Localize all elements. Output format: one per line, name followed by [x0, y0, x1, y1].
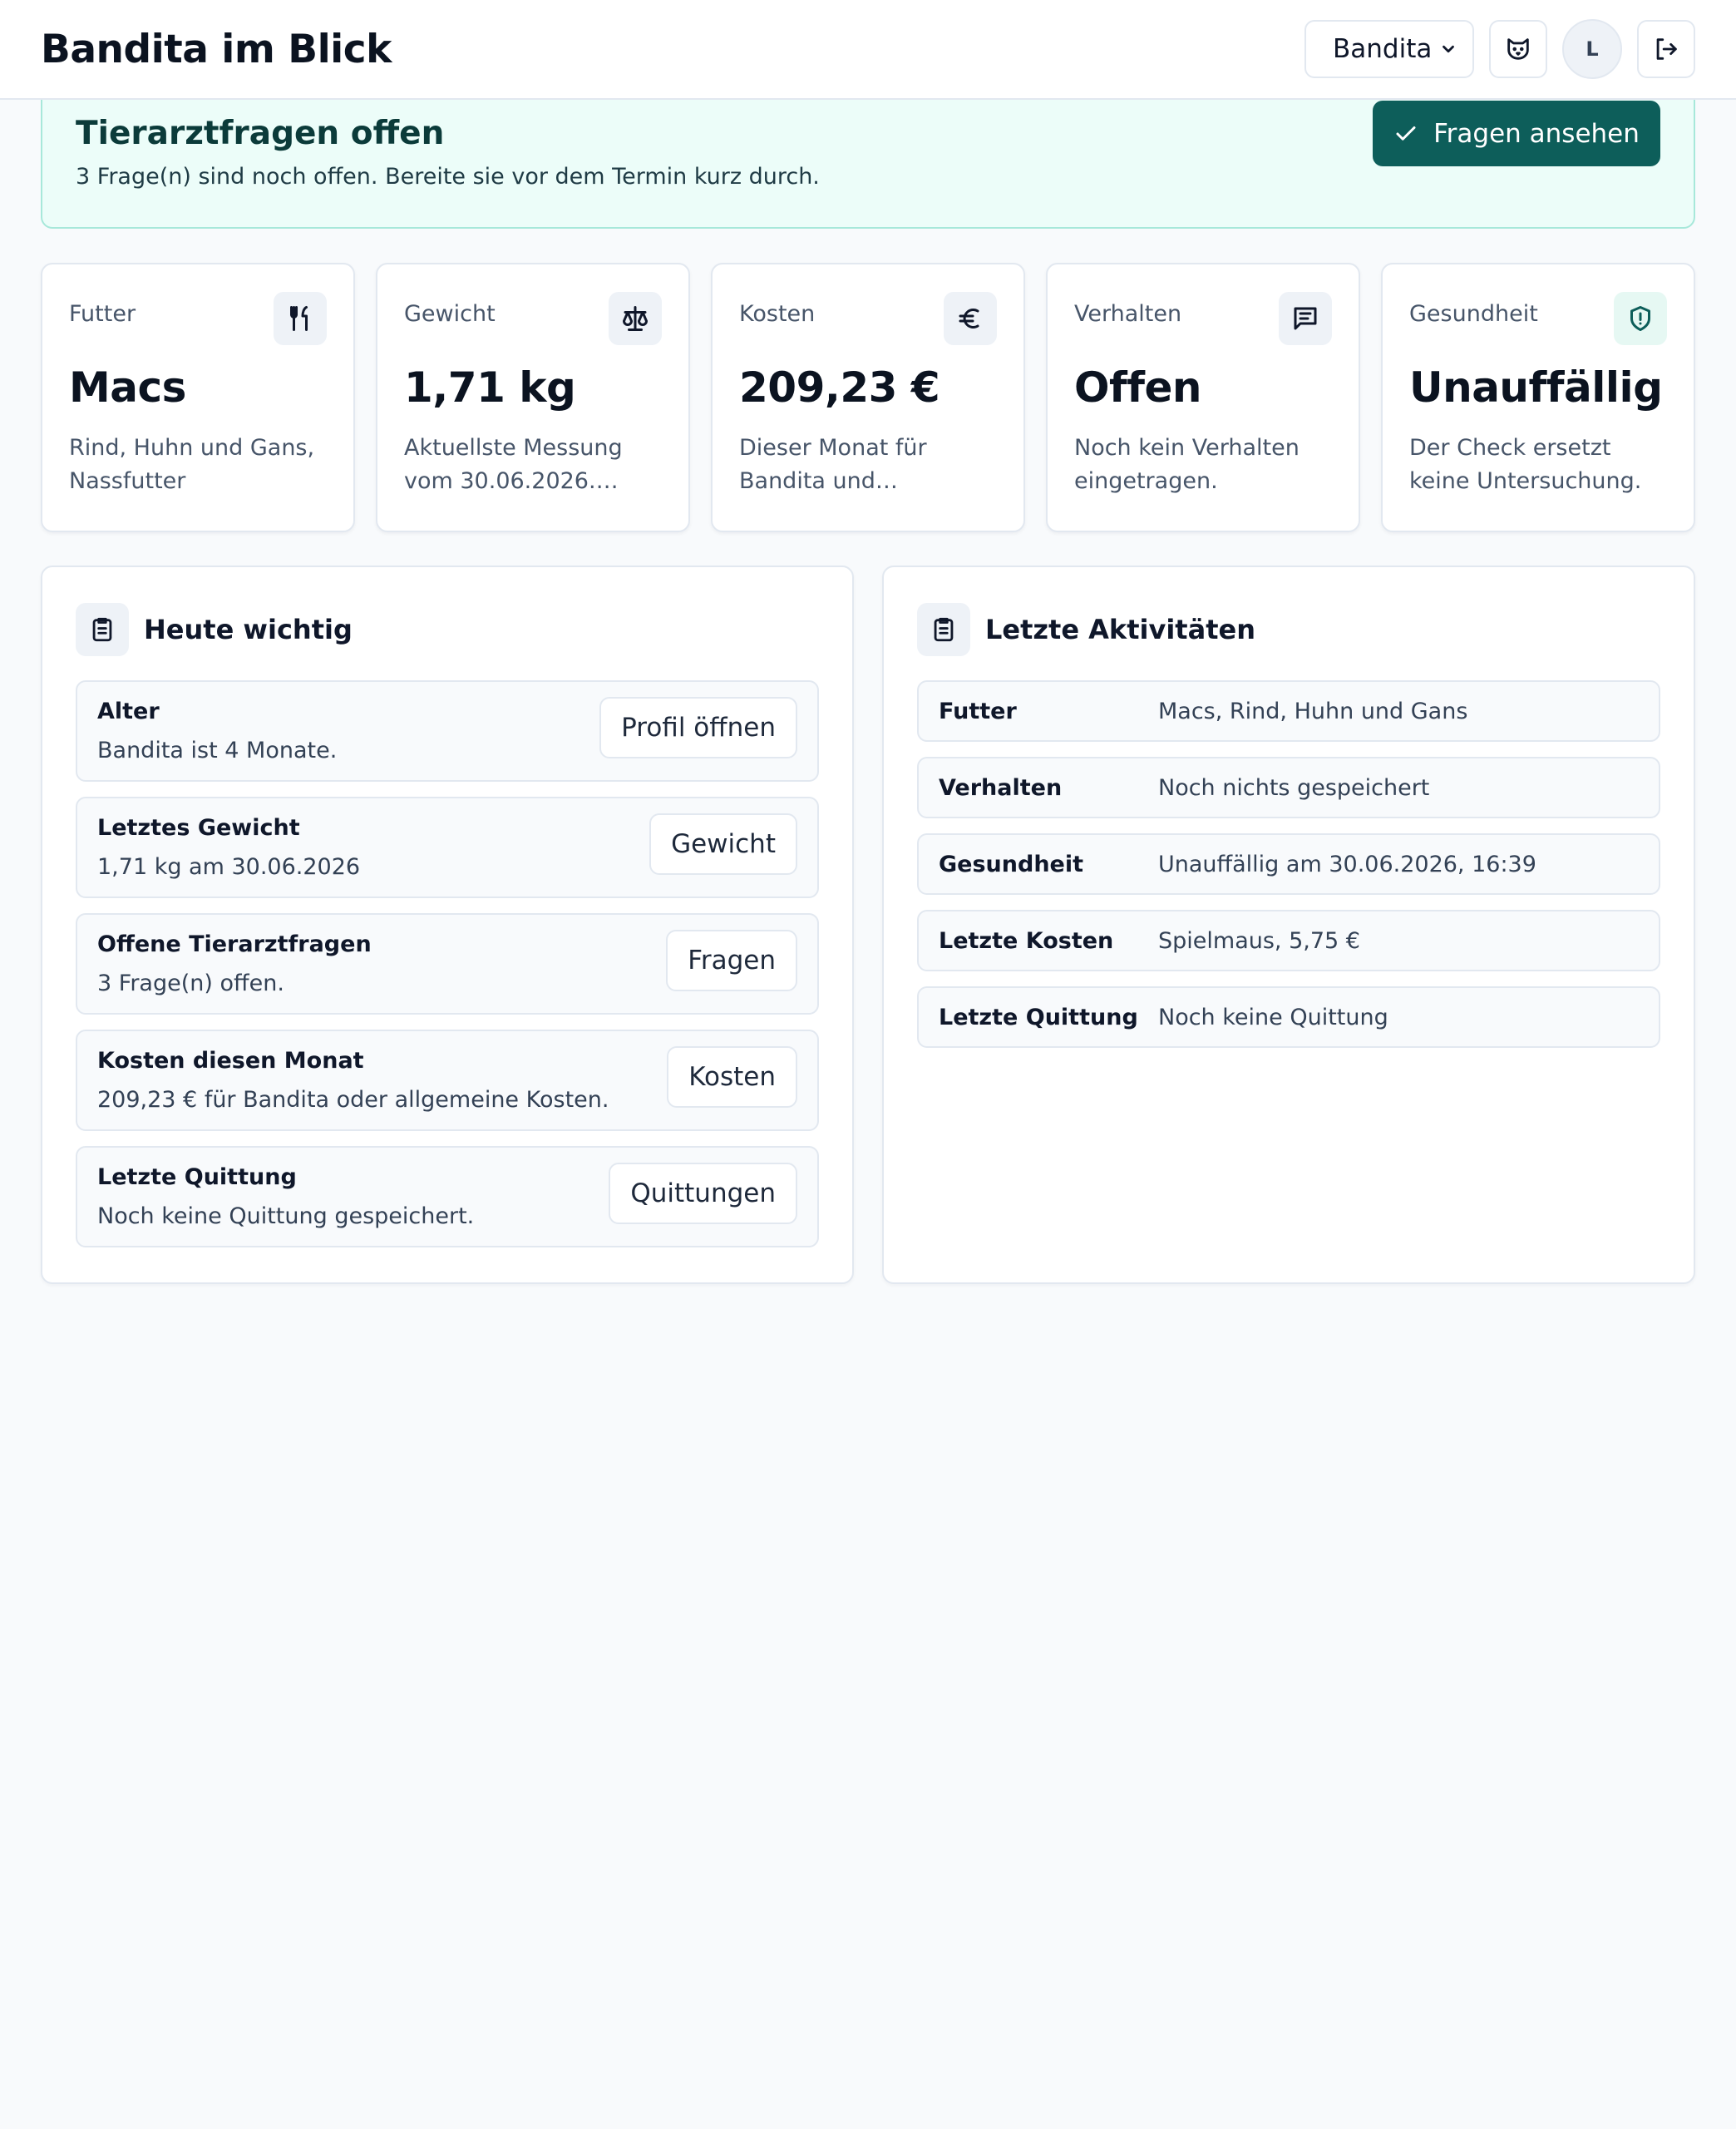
activity-key: Letzte Kosten [939, 927, 1114, 954]
activity-value: Noch keine Quittung [1158, 1004, 1388, 1030]
stat-description: Noch kein Verhalten eingetragen. [1074, 435, 1300, 494]
list-item: Kosten diesen Monat 209,23 € für Bandita… [76, 1030, 819, 1131]
table-row: Gesundheit Unauffällig am 30.06.2026, 16… [917, 833, 1660, 895]
activity-value: Unauffällig am 30.06.2026, 16:39 [1158, 851, 1536, 877]
activity-key: Futter [939, 698, 1017, 724]
utensils-icon [274, 292, 327, 345]
stat-value: 209,23 € [739, 363, 940, 412]
stat-value: Offen [1074, 363, 1202, 412]
activities-list: Futter Macs, Rind, Huhn und Gans Verhalt… [917, 680, 1660, 1048]
stat-card-kosten[interactable]: Kosten 209,23 € Dieser Monat für Bandita… [711, 263, 1025, 532]
activity-value: Spielmaus, 5,75 € [1158, 927, 1360, 954]
table-row: Letzte Quittung Noch keine Quittung [917, 986, 1660, 1048]
stat-cards: Futter Macs Rind, Huhn und Gans, Nassfut… [41, 263, 1695, 532]
table-row: Futter Macs, Rind, Huhn und Gans [917, 680, 1660, 742]
stat-value: Unauffällig [1409, 363, 1663, 412]
receipts-button[interactable]: Quittungen [609, 1163, 797, 1224]
scale-icon [609, 292, 662, 345]
stat-description: Aktuellste Messung vom 30.06.2026. Erst.… [404, 435, 623, 494]
activity-value: Noch nichts gespeichert [1158, 774, 1430, 801]
open-profile-button[interactable]: Profil öffnen [599, 697, 797, 758]
list-item: Letztes Gewicht 1,71 kg am 30.06.2026 Ge… [76, 797, 819, 898]
stat-description: Dieser Monat für Bandita und allgemein..… [739, 435, 927, 494]
today-list: Alter Bandita ist 4 Monate. Profil öffne… [76, 680, 819, 1247]
activities-panel: Letzte Aktivitäten Futter Macs, Rind, Hu… [882, 566, 1695, 1284]
euro-icon [944, 292, 997, 345]
app-header: Bandita im Blick Bandita L [0, 0, 1736, 100]
vet-questions-banner: Tierarztfragen offen 3 Frage(n) sind noc… [41, 83, 1695, 229]
activity-key: Letzte Quittung [939, 1004, 1138, 1030]
activities-panel-title: Letzte Aktivitäten [985, 614, 1255, 645]
today-panel-header: Heute wichtig [76, 600, 819, 659]
activity-value: Macs, Rind, Huhn und Gans [1158, 698, 1468, 724]
table-row: Letzte Kosten Spielmaus, 5,75 € [917, 910, 1660, 971]
stat-card-gesundheit[interactable]: Gesundheit Unauffällig Der Check ersetzt… [1381, 263, 1695, 532]
chevron-down-icon [1443, 45, 1454, 53]
pet-select-value: Bandita [1333, 34, 1433, 64]
pet-profile-button[interactable] [1489, 20, 1547, 78]
activity-key: Verhalten [939, 774, 1063, 801]
view-questions-label: Fragen ansehen [1433, 118, 1640, 149]
logout-button[interactable] [1637, 20, 1695, 78]
message-icon [1279, 292, 1332, 345]
header-actions: Bandita L [1304, 19, 1695, 79]
stat-value: 1,71 kg [404, 363, 576, 412]
table-row: Verhalten Noch nichts gespeichert [917, 757, 1660, 818]
activity-key: Gesundheit [939, 851, 1084, 877]
list-item: Alter Bandita ist 4 Monate. Profil öffne… [76, 680, 819, 782]
stat-description: Rind, Huhn und Gans, Nassfutter [69, 435, 315, 494]
clipboard-icon [917, 603, 970, 656]
logout-icon [1656, 38, 1677, 60]
cat-icon [1507, 38, 1529, 60]
today-panel-title: Heute wichtig [144, 614, 353, 645]
list-item: Letzte Quittung Noch keine Quittung gesp… [76, 1146, 819, 1247]
clipboard-icon [76, 603, 129, 656]
banner-text: 3 Frage(n) sind noch offen. Bereite sie … [76, 164, 820, 190]
stat-card-futter[interactable]: Futter Macs Rind, Huhn und Gans, Nassfut… [41, 263, 355, 532]
stat-card-gewicht[interactable]: Gewicht 1,71 kg Aktuellste Messung vom 3… [376, 263, 690, 532]
activities-panel-header: Letzte Aktivitäten [917, 600, 1660, 659]
weight-button[interactable]: Gewicht [649, 813, 797, 875]
view-questions-button[interactable]: Fragen ansehen [1373, 101, 1660, 166]
stat-card-verhalten[interactable]: Verhalten Offen Noch kein Verhalten eing… [1046, 263, 1360, 532]
stat-value: Macs [69, 363, 186, 412]
check-icon [1396, 126, 1416, 141]
list-item: Offene Tierarztfragen 3 Frage(n) offen. … [76, 913, 819, 1015]
pet-select[interactable]: Bandita [1304, 20, 1474, 78]
today-panel: Heute wichtig Alter Bandita ist 4 Monate… [41, 566, 854, 1284]
avatar[interactable]: L [1562, 19, 1622, 79]
costs-button[interactable]: Kosten [667, 1046, 797, 1108]
page-title: Bandita im Blick [41, 26, 392, 72]
questions-button[interactable]: Fragen [666, 930, 797, 991]
shield-icon [1614, 292, 1667, 345]
stat-description: Der Check ersetzt keine Untersuchung. [1409, 435, 1642, 494]
